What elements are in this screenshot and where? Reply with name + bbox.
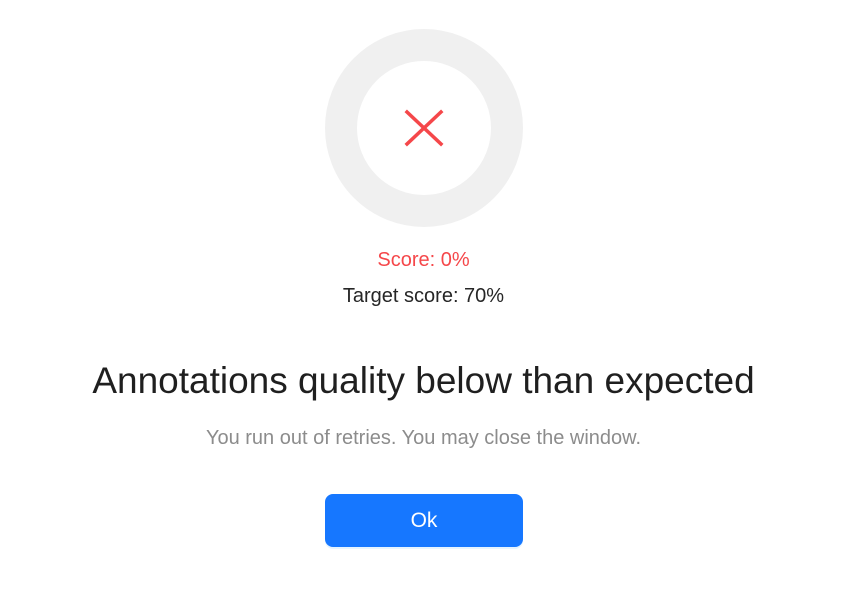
result-message: You run out of retries. You may close th…	[205, 427, 642, 449]
score-label: Score: 0%	[377, 249, 470, 271]
score-ring-graphic	[325, 29, 523, 227]
target-score-label: Target score: 70%	[342, 285, 505, 307]
ok-button[interactable]: Ok	[325, 494, 523, 547]
score-progress-ring	[325, 29, 523, 227]
close-icon	[404, 109, 444, 147]
result-title: Annotations quality below than expected	[92, 360, 755, 401]
result-dialog: Score: 0% Target score: 70% Annotations …	[0, 0, 847, 598]
